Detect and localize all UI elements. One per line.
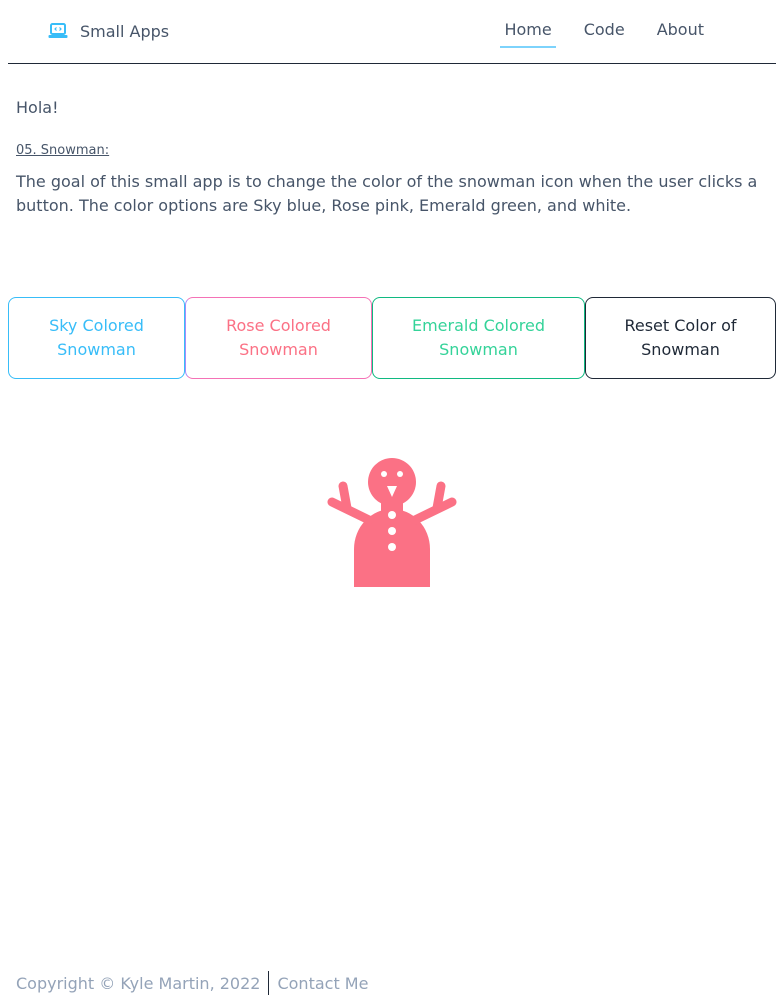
emerald-snowman-button[interactable]: Emerald Colored Snowman (372, 297, 585, 379)
laptop-code-icon (48, 23, 68, 39)
section-title: 05. Snowman: (16, 143, 110, 158)
navbar: Small Apps Home Code About (8, 0, 776, 64)
nav-link-home[interactable]: Home (500, 0, 556, 64)
snowman-icon (327, 458, 457, 592)
footer: Copyright © Kyle Martin, 2022 Contact Me (16, 970, 368, 996)
nav-link-about[interactable]: About (653, 0, 708, 64)
sky-snowman-button[interactable]: Sky Colored Snowman (8, 297, 185, 379)
footer-divider (268, 971, 270, 995)
copyright-text: Copyright © Kyle Martin, 2022 (16, 973, 261, 993)
rose-snowman-button[interactable]: Rose Colored Snowman (185, 297, 372, 379)
brand-link[interactable]: Small Apps (48, 19, 169, 43)
greeting: Hola! (16, 98, 59, 117)
nav-links: Home Code About (476, 0, 708, 64)
reset-snowman-button[interactable]: Reset Color of Snowman (585, 297, 776, 379)
nav-link-code[interactable]: Code (580, 0, 629, 64)
contact-link[interactable]: Contact Me (277, 974, 368, 993)
color-button-row: Sky Colored Snowman Rose Colored Snowman… (8, 297, 776, 379)
brand-label: Small Apps (80, 21, 170, 41)
app-description: The goal of this small app is to change … (16, 172, 758, 215)
